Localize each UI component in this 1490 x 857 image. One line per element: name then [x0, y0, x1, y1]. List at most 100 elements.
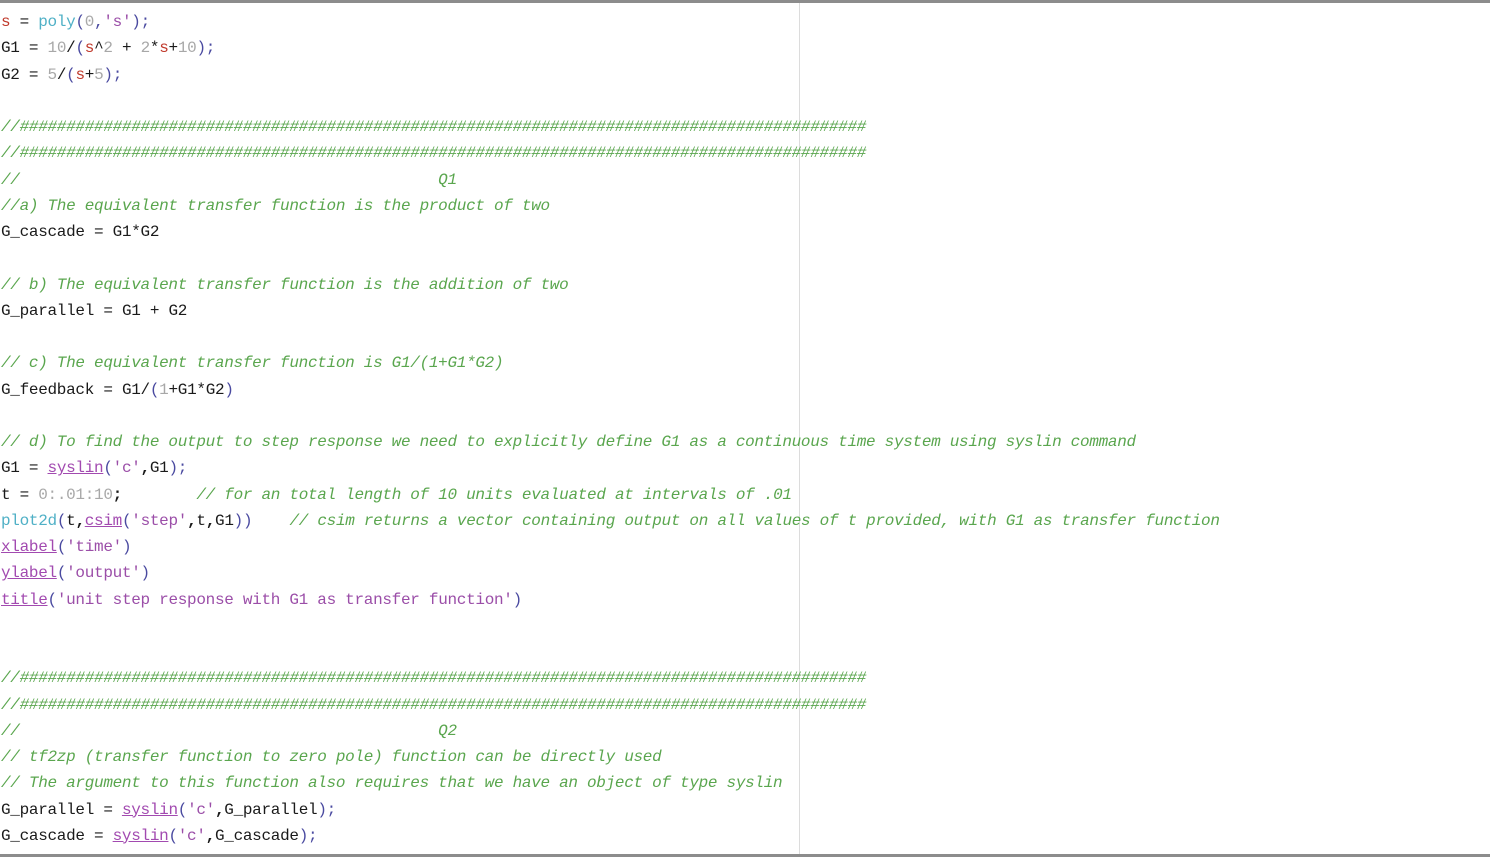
code-line[interactable]: G2 = 5/(s+5);: [1, 62, 1490, 88]
code-token: );: [103, 65, 122, 84]
code-line[interactable]: //######################################…: [1, 114, 1490, 140]
code-token: 10: [177, 39, 197, 58]
code-token: +: [168, 39, 179, 58]
code-token: *: [131, 223, 141, 241]
code-token: ,: [140, 459, 151, 478]
code-token: syslin: [47, 459, 104, 478]
code-line[interactable]: // The argument to this function also re…: [1, 770, 1490, 796]
code-line[interactable]: G_cascade = syslin('c',G_cascade);: [1, 823, 1490, 849]
code-line[interactable]: //a) The equivalent transfer function is…: [1, 193, 1490, 219]
code-token: syslin: [112, 826, 169, 845]
code-token: (: [121, 511, 132, 530]
code-token: +: [168, 380, 178, 399]
code-token: *: [149, 39, 160, 58]
code-token: =: [10, 13, 39, 31]
code-token: ,: [94, 13, 104, 31]
code-token: *: [196, 380, 206, 399]
code-token: (: [177, 800, 188, 819]
code-token: =: [84, 826, 113, 845]
code-token: G1: [177, 380, 197, 399]
code-line[interactable]: [1, 403, 1490, 429]
code-line[interactable]: [1, 639, 1490, 665]
code-line[interactable]: G_cascade = G1*G2: [1, 219, 1490, 245]
code-token: (: [56, 564, 67, 583]
code-line[interactable]: G1 = 10/(s^2 + 2*s+10);: [1, 35, 1490, 61]
code-line[interactable]: G_parallel = syslin('c',G_parallel);: [1, 797, 1490, 823]
code-token: ;: [112, 485, 123, 504]
code-token: =: [19, 65, 48, 84]
code-line[interactable]: [1, 88, 1490, 114]
code-token: G1: [215, 511, 234, 530]
code-line[interactable]: // b) The equivalent transfer function i…: [1, 272, 1490, 298]
code-token: 'c': [187, 800, 215, 819]
code-line[interactable]: ylabel('output'): [1, 560, 1490, 586]
code-line[interactable]: // Q1: [1, 167, 1490, 193]
code-token: 0:.01:10: [38, 485, 113, 504]
code-token: 'step': [131, 511, 188, 530]
code-token: +: [84, 65, 95, 84]
code-line[interactable]: //######################################…: [1, 692, 1490, 718]
code-line[interactable]: plot2d(t,csim('step',t,G1)) // csim retu…: [1, 508, 1490, 534]
code-token: // d) To find the output to step respons…: [1, 433, 1136, 451]
code-token: G1: [1, 39, 20, 58]
code-token: ): [224, 380, 234, 399]
code-token: syslin: [121, 800, 178, 819]
code-token: (: [56, 511, 67, 530]
code-token: G_parallel: [1, 800, 95, 819]
code-token: t: [1, 485, 11, 504]
code-token: //######################################…: [1, 144, 867, 163]
code-line[interactable]: // c) The equivalent transfer function i…: [1, 350, 1490, 376]
code-token: 5: [94, 65, 104, 84]
code-line[interactable]: s = poly(0,'s');: [1, 9, 1490, 35]
code-token: );: [168, 459, 188, 478]
code-line[interactable]: title('unit step response with G1 as tra…: [1, 587, 1490, 613]
code-token: poly: [38, 13, 76, 31]
code-line[interactable]: xlabel('time'): [1, 534, 1490, 560]
code-editor[interactable]: s = poly(0,'s'); G1 = 10/(s^2 + 2*s+10); G…: [0, 0, 1490, 857]
code-line[interactable]: G_feedback = G1/(1+G1*G2): [1, 377, 1490, 403]
code-area[interactable]: s = poly(0,'s'); G1 = 10/(s^2 + 2*s+10); G…: [1, 9, 1490, 849]
code-line[interactable]: G1 = syslin('c',G1);: [1, 455, 1490, 481]
code-line[interactable]: //######################################…: [1, 140, 1490, 166]
code-token: G1: [149, 459, 169, 478]
code-token: (: [149, 380, 160, 399]
code-token: ): [121, 538, 132, 556]
code-token: 5: [47, 65, 58, 84]
code-token: G_parallel: [1, 301, 95, 320]
code-token: 'output': [66, 564, 141, 583]
code-line[interactable]: G_parallel = G1 + G2: [1, 298, 1490, 324]
code-token: // c) The equivalent transfer function i…: [1, 354, 513, 373]
code-token: title: [1, 590, 48, 609]
code-line[interactable]: [1, 245, 1490, 271]
code-line[interactable]: //######################################…: [1, 665, 1490, 691]
code-token: ylabel: [1, 564, 57, 583]
code-token: (: [168, 826, 178, 845]
code-token: 'c': [177, 826, 206, 845]
code-token: ,: [205, 511, 216, 530]
code-token: G2: [205, 380, 225, 399]
code-token: xlabel: [1, 538, 57, 556]
code-token: //######################################…: [1, 695, 867, 714]
code-line[interactable]: t = 0:.01:10; // for an total length of …: [1, 482, 1490, 508]
code-token: (: [47, 590, 58, 609]
code-token: =: [94, 301, 122, 320]
code-token: );: [317, 800, 336, 819]
code-token: ,: [205, 826, 216, 845]
code-token: s: [1, 13, 11, 31]
code-token: plot2d: [1, 511, 57, 530]
code-line[interactable]: // tf2zp (transfer function to zero pole…: [1, 744, 1490, 770]
code-line[interactable]: // Q2: [1, 718, 1490, 744]
code-token: (: [75, 39, 85, 58]
code-token: G_cascade: [1, 826, 85, 845]
code-token: 's': [103, 13, 132, 31]
code-token: =: [84, 223, 113, 241]
code-line[interactable]: // d) To find the output to step respons…: [1, 429, 1490, 455]
code-token: G_feedback: [1, 380, 95, 399]
code-token: G1: [121, 380, 141, 399]
code-line[interactable]: [1, 324, 1490, 350]
code-token: 2: [103, 39, 113, 58]
code-token: // The argument to this function also re…: [1, 774, 783, 793]
code-token: =: [94, 800, 122, 819]
code-line[interactable]: [1, 613, 1490, 639]
